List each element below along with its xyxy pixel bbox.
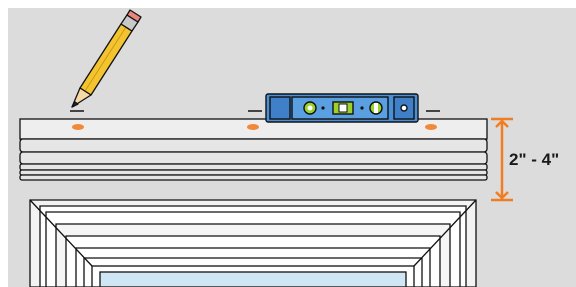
mark-dot-middle	[247, 124, 259, 130]
mark-dot-right	[425, 124, 437, 130]
illustration-canvas: 2" - 4"	[0, 0, 576, 287]
window-frame	[29, 199, 477, 287]
measurement-label: 2" - 4"	[509, 150, 559, 169]
mark-dot-left	[72, 124, 84, 130]
spirit-level-icon	[265, 93, 419, 123]
window-glass	[99, 271, 407, 287]
